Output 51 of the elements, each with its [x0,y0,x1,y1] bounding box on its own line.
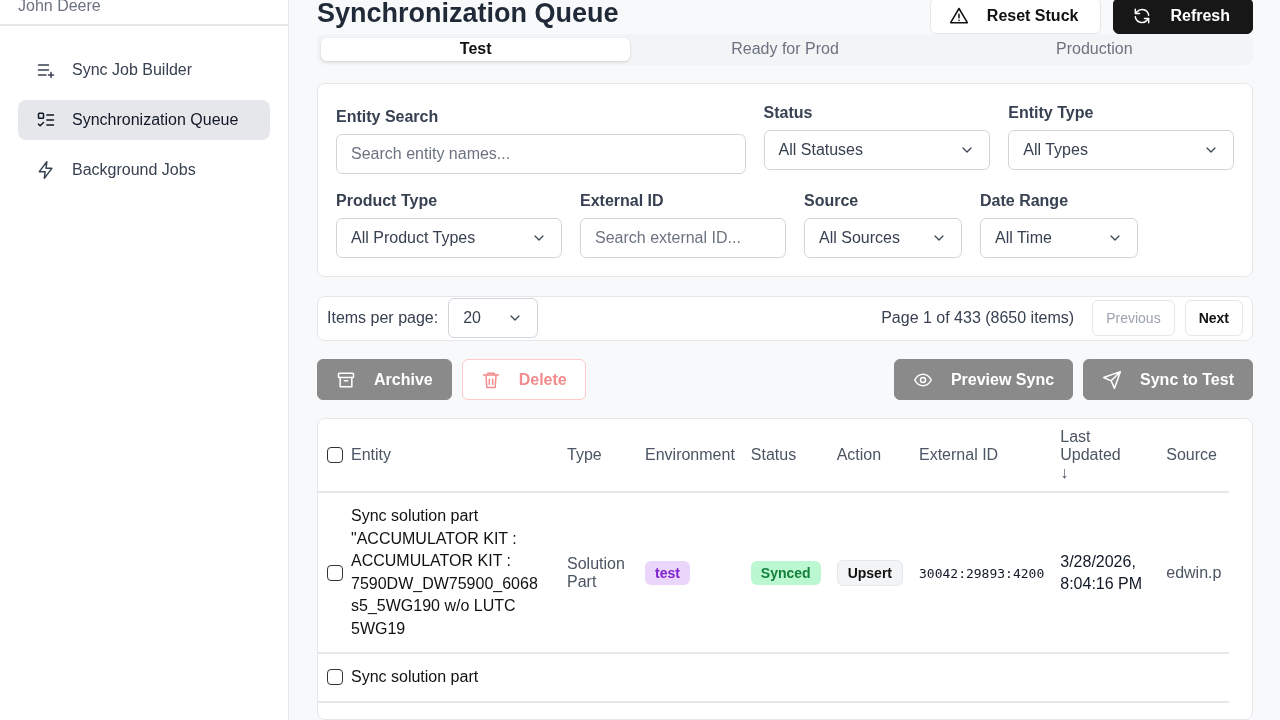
field-label: Entity Type [1008,103,1095,122]
field-label: External ID [580,191,665,210]
search-field[interactable]: Search entity names... [336,133,746,174]
environment-tag: test [645,560,690,585]
table-cell-text: Sync solution part [351,667,480,687]
send-icon [1102,369,1123,390]
field-label: Product Type [336,191,439,210]
tab[interactable]: Ready for Prod [630,38,940,61]
field-label: Date Range [980,191,1070,210]
tab[interactable]: Production [939,38,1249,61]
dropdown[interactable]: All Types [1008,129,1234,170]
table-cell: 3/28/2026, 8:04:16 PM [1060,552,1143,592]
checkbox[interactable] [327,447,343,464]
search-field[interactable]: Search external ID... [580,217,786,258]
column-header[interactable]: Environment [645,446,735,465]
organization-name: John Deere [18,0,101,15]
items-per-page-label: Items per page: [327,309,439,328]
checkbox[interactable] [327,669,343,686]
table-cell: Solution Part [567,554,625,590]
page-info: Page 1 of 433 (8650 items) [881,309,1075,328]
column-header[interactable]: Entity [351,446,391,465]
checkbox[interactable] [327,564,343,581]
dropdown[interactable]: All Time [980,217,1138,258]
tab[interactable]: Test [321,38,631,61]
warning-icon [948,6,969,26]
table-cell: edwin.p [1166,563,1222,581]
column-header[interactable]: Source [1166,446,1217,465]
page-size-dropdown[interactable]: 20 [448,298,539,339]
page-title: Synchronization Queue [317,0,619,30]
refresh-button[interactable]: Refresh [1113,0,1253,34]
dropdown[interactable]: All Product Types [336,217,562,258]
column-header[interactable]: Status [750,446,797,465]
sidebar-item[interactable]: Sync Job Builder [18,50,270,90]
column-header[interactable]: Last Updated ↓ [1060,428,1131,482]
sidebar-item[interactable]: Synchronization Queue [18,100,270,140]
lightning-icon [36,160,56,180]
field-label: Entity Search [336,107,440,126]
reset-button[interactable]: Reset Stuck [929,0,1102,34]
table-cell: 30042:29893:4200 [919,565,1045,581]
sidebar-item[interactable]: Background Jobs [18,150,270,190]
table-cell-text: Sync solution part "ACCUMULATOR KIT : ACCUMULATOR KIT : 7590DW_DW75900_6068 s5_5WG190 w/o LUTC 5WG19 [351,506,539,639]
column-header[interactable]: External ID [919,446,999,465]
dropdown[interactable]: All Sources [804,217,962,258]
next-button[interactable]: Next [1184,300,1243,337]
dropdown[interactable]: All Statuses [763,129,991,170]
field-label: Source [804,191,860,210]
status-tag: Synced [750,560,821,585]
column-header[interactable]: Type [567,446,602,465]
field-label: Status [763,103,814,122]
action-tag: Upsert [836,559,903,586]
column-header[interactable]: Action [836,446,882,465]
